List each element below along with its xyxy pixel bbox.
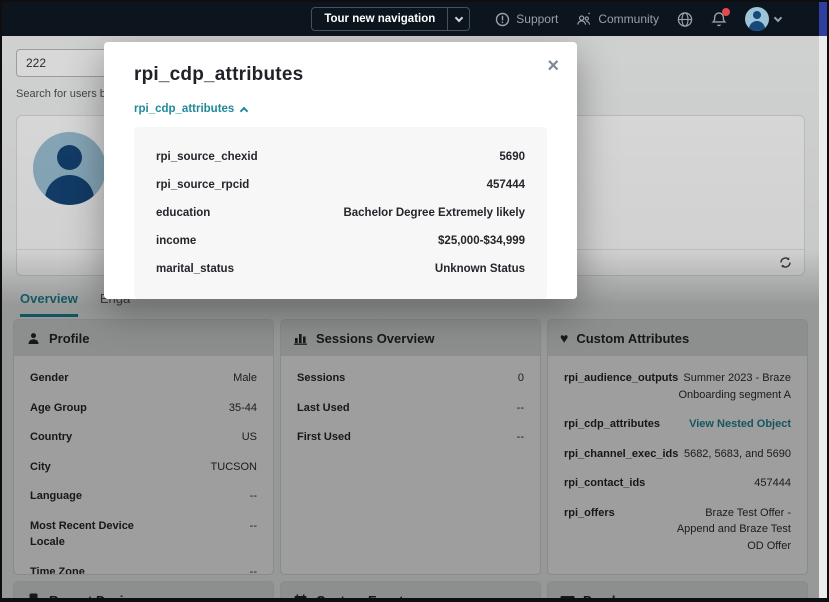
modal-attribute-row: rpi_source_chexid5690	[156, 143, 525, 171]
chevron-down-icon	[774, 13, 782, 21]
close-icon[interactable]: ×	[547, 56, 559, 76]
chevron-down-icon	[455, 13, 463, 21]
modal-attribute-row: rpi_source_rpcid457444	[156, 171, 525, 199]
page-scrollbar[interactable]	[819, 2, 827, 598]
modal-attribute-row: educationBachelor Degree Extremely likel…	[156, 199, 525, 227]
modal-attribute-row: income$25,000-$34,999	[156, 227, 525, 255]
top-navbar: Tour new navigation Support Community	[2, 2, 827, 36]
user-avatar-icon	[745, 7, 769, 31]
info-circle-icon	[494, 11, 510, 27]
scrollbar-thumb[interactable]	[819, 2, 827, 36]
chevron-up-icon	[240, 107, 248, 115]
notifications-menu[interactable]	[711, 11, 727, 27]
tour-dropdown-toggle[interactable]	[447, 8, 469, 30]
community-people-icon	[576, 11, 592, 27]
community-label: Community	[598, 12, 659, 26]
attributes-expander[interactable]: rpi_cdp_attributes	[134, 103, 547, 115]
tour-new-navigation-button[interactable]: Tour new navigation	[311, 7, 470, 31]
globe-icon	[677, 11, 693, 27]
expander-label: rpi_cdp_attributes	[134, 103, 234, 115]
support-menu-item[interactable]: Support	[494, 11, 558, 27]
app-window: Tour new navigation Support Community	[0, 0, 829, 602]
language-menu[interactable]	[677, 11, 693, 27]
account-menu[interactable]	[745, 7, 781, 31]
modal-attribute-row: marital_statusUnknown Status	[156, 255, 525, 283]
support-label: Support	[516, 12, 558, 26]
tour-new-navigation-label: Tour new navigation	[312, 8, 447, 30]
community-menu-item[interactable]: Community	[576, 11, 659, 27]
nested-attributes-panel: rpi_source_chexid5690 rpi_source_rpcid45…	[134, 127, 547, 299]
modal-title: rpi_cdp_attributes	[134, 64, 547, 86]
notification-badge	[722, 8, 730, 16]
nested-object-modal: × rpi_cdp_attributes rpi_cdp_attributes …	[104, 42, 577, 299]
